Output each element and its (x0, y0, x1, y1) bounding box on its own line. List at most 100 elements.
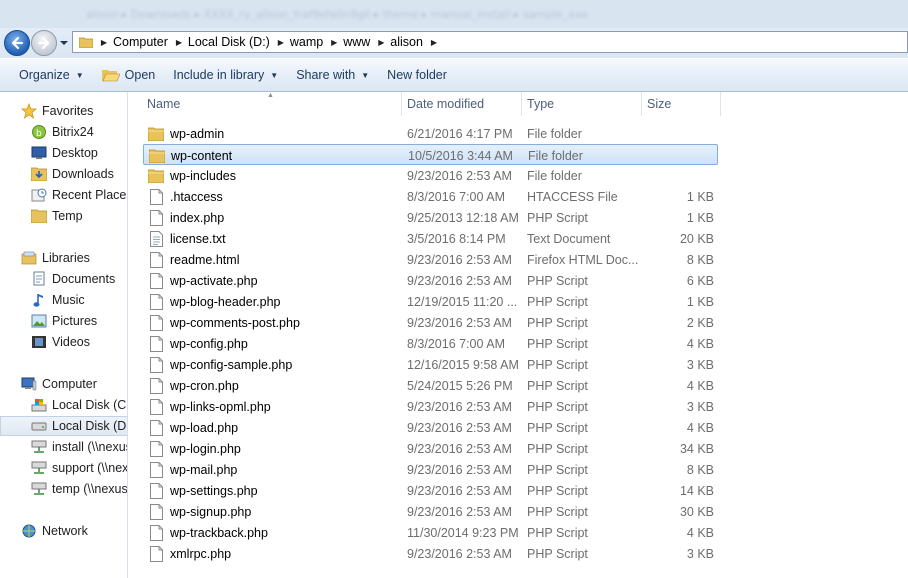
nav-favorites[interactable]: Favorites (0, 101, 127, 121)
file-row[interactable]: wp-config.php 8/3/2016 7:00 AM PHP Script 4… (143, 333, 718, 354)
nav-item-support-network-drive[interactable]: support (\\nex (0, 458, 127, 478)
file-name-cell: wp-blog-header.php (143, 291, 401, 312)
file-name-cell: wp-admin (143, 123, 401, 144)
column-header-size[interactable]: Size (647, 92, 721, 116)
svg-text:b: b (36, 129, 42, 139)
breadcrumb-wamp[interactable]: ▶ wamp (274, 35, 327, 49)
command-bar: Organize ▼ Open Include in library ▼ Share… (0, 58, 908, 92)
file-row[interactable]: readme.html 9/23/2016 2:53 AM Firefox HTML… (143, 249, 718, 270)
nav-item-music[interactable]: Music (0, 290, 127, 310)
navigation-pane: Favorites b Bitrix24 Desktop Downloads R… (0, 92, 128, 578)
file-name: wp-links-opml.php (170, 399, 271, 414)
new-folder-button[interactable]: New folder (378, 62, 456, 88)
recent-places-icon (31, 187, 47, 203)
file-icon (148, 482, 164, 499)
file-row[interactable]: wp-mail.php 9/23/2016 2:53 AM PHP Script 8 … (143, 459, 718, 480)
file-icon (148, 335, 164, 352)
nav-item-temp-network-drive[interactable]: temp (\\nexus (0, 479, 127, 499)
nav-network[interactable]: Network (0, 521, 127, 541)
back-button[interactable] (4, 30, 30, 56)
file-date-modified: 3/5/2016 8:14 PM (407, 231, 506, 246)
downloads-folder-icon (31, 166, 47, 182)
file-name-cell: wp-config-sample.php (143, 354, 401, 375)
chevron-right-icon[interactable]: ▶ (327, 38, 341, 47)
network-drive-icon (31, 481, 47, 497)
include-in-library-button[interactable]: Include in library ▼ (164, 62, 287, 88)
nav-item-install-network-drive[interactable]: install (\\nexus (0, 437, 127, 457)
file-row[interactable]: .htaccess 8/3/2016 7:00 AM HTACCESS File 1 … (143, 186, 718, 207)
nav-item-pictures[interactable]: Pictures (0, 311, 127, 331)
file-row[interactable]: wp-settings.php 9/23/2016 2:53 AM PHP Scri… (143, 480, 718, 501)
column-header-type[interactable]: Type (527, 92, 642, 116)
file-name: wp-signup.php (170, 504, 252, 519)
breadcrumb-computer[interactable]: ▶ Computer (97, 35, 172, 49)
file-row[interactable]: license.txt 3/5/2016 8:14 PM Text Document… (143, 228, 718, 249)
file-type: File folder (527, 168, 582, 183)
file-name: wp-trackback.php (170, 525, 268, 540)
breadcrumb-www[interactable]: ▶ www (327, 35, 374, 49)
column-header-date-modified[interactable]: Date modified (407, 92, 522, 116)
nav-item-local-disk-d[interactable]: Local Disk (D:) (0, 416, 127, 436)
file-row[interactable]: wp-admin 6/21/2016 4:17 PM File folder (143, 123, 718, 144)
address-bar[interactable]: ▶ Computer ▶ Local Disk (D:) ▶ wamp ▶ www ▶ a… (72, 31, 908, 53)
recent-pages-chevron-down-icon[interactable] (59, 38, 69, 48)
file-row[interactable]: index.php 9/25/2013 12:18 AM PHP Script 1 K… (143, 207, 718, 228)
file-name: wp-activate.php (170, 273, 258, 288)
file-row[interactable]: wp-signup.php 9/23/2016 2:53 AM PHP Script… (143, 501, 718, 522)
file-row[interactable]: wp-comments-post.php 9/23/2016 2:53 AM PHP… (143, 312, 718, 333)
music-icon (31, 292, 47, 308)
file-size: 3 KB (686, 399, 714, 414)
nav-item-bitrix24[interactable]: b Bitrix24 (0, 122, 127, 142)
file-name: wp-cron.php (170, 378, 239, 393)
nav-item-downloads[interactable]: Downloads (0, 164, 127, 184)
breadcrumb-local-disk-d[interactable]: ▶ Local Disk (D:) (172, 35, 274, 49)
file-row-selected[interactable]: wp-content 10/5/2016 3:44 AM File folder (143, 144, 718, 165)
chevron-right-icon[interactable]: ▶ (374, 38, 388, 47)
chevron-right-icon[interactable]: ▶ (274, 38, 288, 47)
file-date-modified: 6/21/2016 4:17 PM (407, 126, 513, 141)
file-row[interactable]: wp-blog-header.php 12/19/2015 11:20 ... PH… (143, 291, 718, 312)
file-icon (148, 272, 164, 289)
file-row[interactable]: wp-activate.php 9/23/2016 2:53 AM PHP Scri… (143, 270, 718, 291)
file-size: 34 KB (679, 441, 714, 456)
chevron-right-icon[interactable]: ▶ (172, 38, 186, 47)
file-icon (148, 461, 164, 478)
file-row[interactable]: wp-cron.php 5/24/2015 5:26 PM PHP Script 4 … (143, 375, 718, 396)
file-name: readme.html (170, 252, 240, 267)
file-date-modified: 10/5/2016 3:44 AM (408, 148, 513, 163)
nav-item-recent-places[interactable]: Recent Places (0, 185, 127, 205)
file-row[interactable]: wp-load.php 9/23/2016 2:53 AM PHP Script 4 … (143, 417, 718, 438)
open-button[interactable]: Open (93, 62, 165, 88)
file-row[interactable]: wp-includes 9/23/2016 2:53 AM File folder (143, 165, 718, 186)
file-size: 4 KB (686, 378, 714, 393)
file-size: 30 KB (679, 504, 714, 519)
file-icon (148, 440, 164, 457)
file-name-cell: wp-content (144, 145, 402, 166)
file-row[interactable]: wp-links-opml.php 9/23/2016 2:53 AM PHP Sc… (143, 396, 718, 417)
forward-button[interactable] (31, 30, 57, 56)
nav-computer[interactable]: Computer (0, 374, 127, 394)
chevron-right-icon[interactable]: ▶ (427, 38, 441, 47)
folder-icon (149, 148, 165, 164)
nav-item-documents[interactable]: Documents (0, 269, 127, 289)
nav-libraries[interactable]: Libraries (0, 248, 127, 268)
nav-item-temp[interactable]: Temp (0, 206, 127, 226)
file-row[interactable]: wp-config-sample.php 12/16/2015 9:58 AM PH… (143, 354, 718, 375)
share-with-button[interactable]: Share with ▼ (287, 62, 378, 88)
file-name: wp-load.php (170, 420, 239, 435)
nav-item-videos[interactable]: Videos (0, 332, 127, 352)
file-row[interactable]: wp-login.php 9/23/2016 2:53 AM PHP Script 3… (143, 438, 718, 459)
column-header-name[interactable]: Name (147, 92, 402, 116)
file-name: wp-admin (170, 126, 225, 141)
file-name: license.txt (170, 231, 226, 246)
file-name-cell: wp-settings.php (143, 480, 401, 501)
nav-item-local-disk-c[interactable]: Local Disk (C:) (0, 395, 127, 415)
file-date-modified: 8/3/2016 7:00 AM (407, 189, 505, 204)
file-row[interactable]: xmlrpc.php 9/23/2016 2:53 AM PHP Script 3 K… (143, 543, 718, 564)
organize-button[interactable]: Organize ▼ (10, 62, 93, 88)
file-row[interactable]: wp-trackback.php 11/30/2014 9:23 PM PHP Sc… (143, 522, 718, 543)
breadcrumb-alison[interactable]: ▶ alison ▶ (374, 35, 441, 49)
chevron-right-icon[interactable]: ▶ (97, 38, 111, 47)
network-drive-icon (31, 439, 47, 455)
nav-item-desktop[interactable]: Desktop (0, 143, 127, 163)
